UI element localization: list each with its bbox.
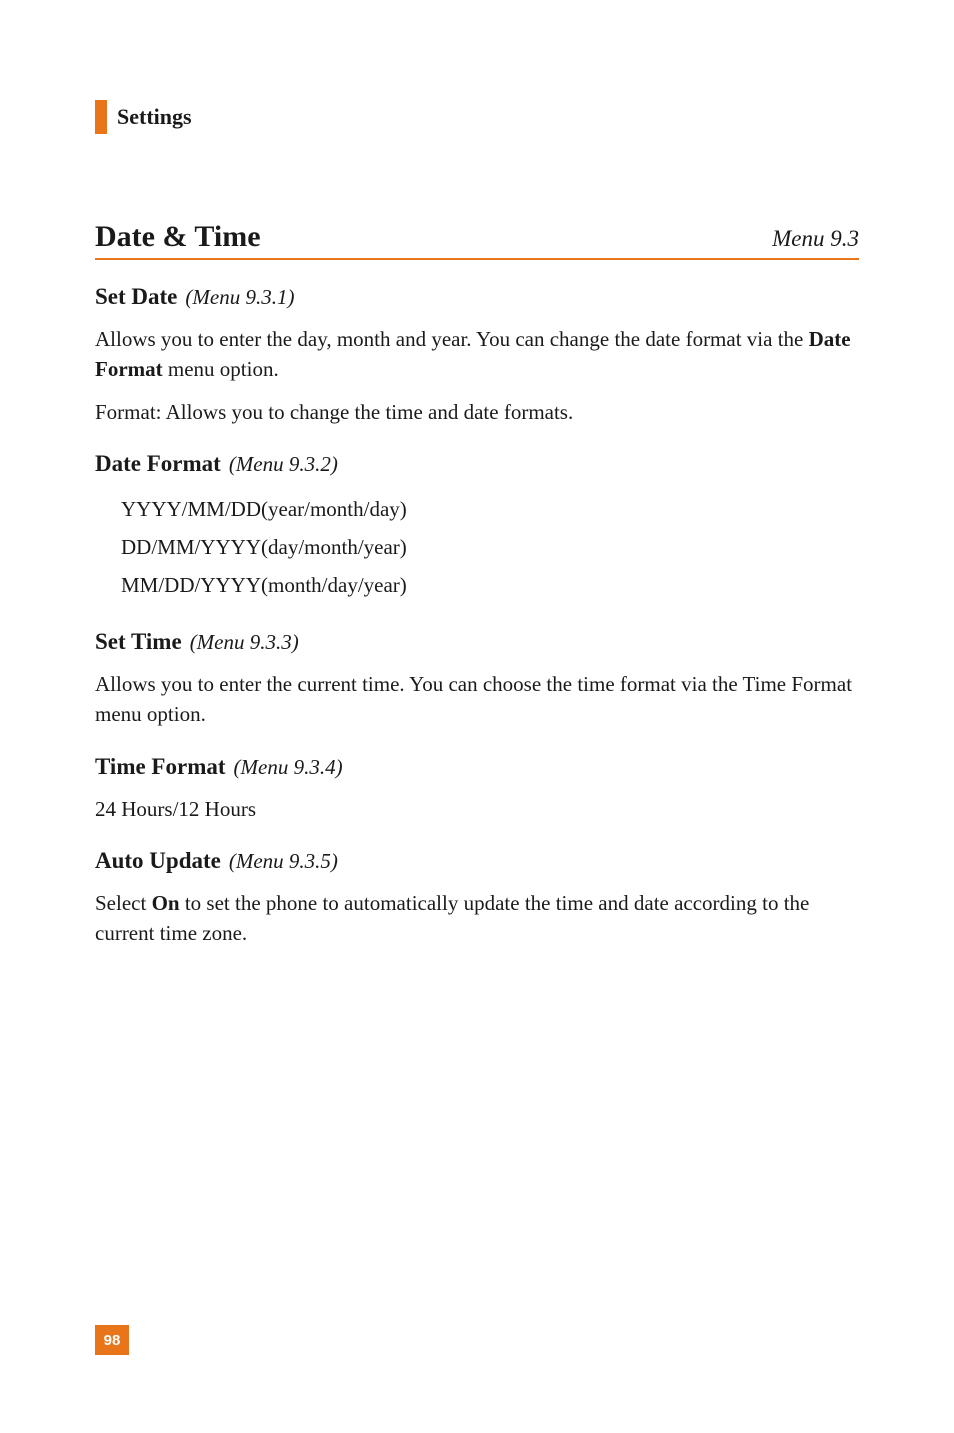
auto-update-para: Select On to set the phone to automatica… [95, 888, 859, 949]
subhead-menu: (Menu 9.3.2) [229, 452, 338, 476]
text-fragment: menu option. [163, 357, 279, 381]
subhead-name: Set Time [95, 629, 182, 654]
set-time-para: Allows you to enter the current time. Yo… [95, 669, 859, 730]
list-item: YYYY/MM/DD(year/month/day) [95, 491, 859, 529]
subhead-date-format: Date Format (Menu 9.3.2) [95, 451, 859, 477]
text-fragment: Allows you to enter the day, month and y… [95, 327, 809, 351]
subhead-set-date: Set Date (Menu 9.3.1) [95, 284, 859, 310]
page-title: Date & Time [95, 220, 261, 254]
list-item: DD/MM/YYYY(day/month/year) [95, 529, 859, 567]
subhead-menu: (Menu 9.3.3) [190, 630, 299, 654]
subhead-name: Set Date [95, 284, 177, 309]
time-format-para: 24 Hours/12 Hours [95, 794, 859, 824]
page-number-badge: 98 [95, 1325, 129, 1355]
accent-bar [95, 100, 107, 134]
subhead-name: Time Format [95, 754, 226, 779]
section-label-text: Settings [117, 104, 192, 130]
text-bold-fragment: On [152, 891, 180, 915]
date-format-list: YYYY/MM/DD(year/month/day) DD/MM/YYYY(da… [95, 491, 859, 604]
manual-page: Settings Date & Time Menu 9.3 Set Date (… [0, 0, 954, 949]
text-fragment: to set the phone to automatically update… [95, 891, 809, 945]
subhead-name: Auto Update [95, 848, 221, 873]
set-date-para1: Allows you to enter the day, month and y… [95, 324, 859, 385]
subhead-auto-update: Auto Update (Menu 9.3.5) [95, 848, 859, 874]
list-item: MM/DD/YYYY(month/day/year) [95, 567, 859, 605]
subhead-menu: (Menu 9.3.4) [234, 755, 343, 779]
subhead-menu: (Menu 9.3.1) [185, 285, 294, 309]
subhead-set-time: Set Time (Menu 9.3.3) [95, 629, 859, 655]
page-number: 98 [104, 1332, 121, 1349]
set-date-para2: Format: Allows you to change the time an… [95, 397, 859, 427]
subhead-menu: (Menu 9.3.5) [229, 849, 338, 873]
text-fragment: Select [95, 891, 152, 915]
subhead-time-format: Time Format (Menu 9.3.4) [95, 754, 859, 780]
section-label-row: Settings [95, 100, 859, 134]
page-title-row: Date & Time Menu 9.3 [95, 220, 859, 260]
page-title-menu: Menu 9.3 [772, 226, 859, 252]
subhead-name: Date Format [95, 451, 221, 476]
